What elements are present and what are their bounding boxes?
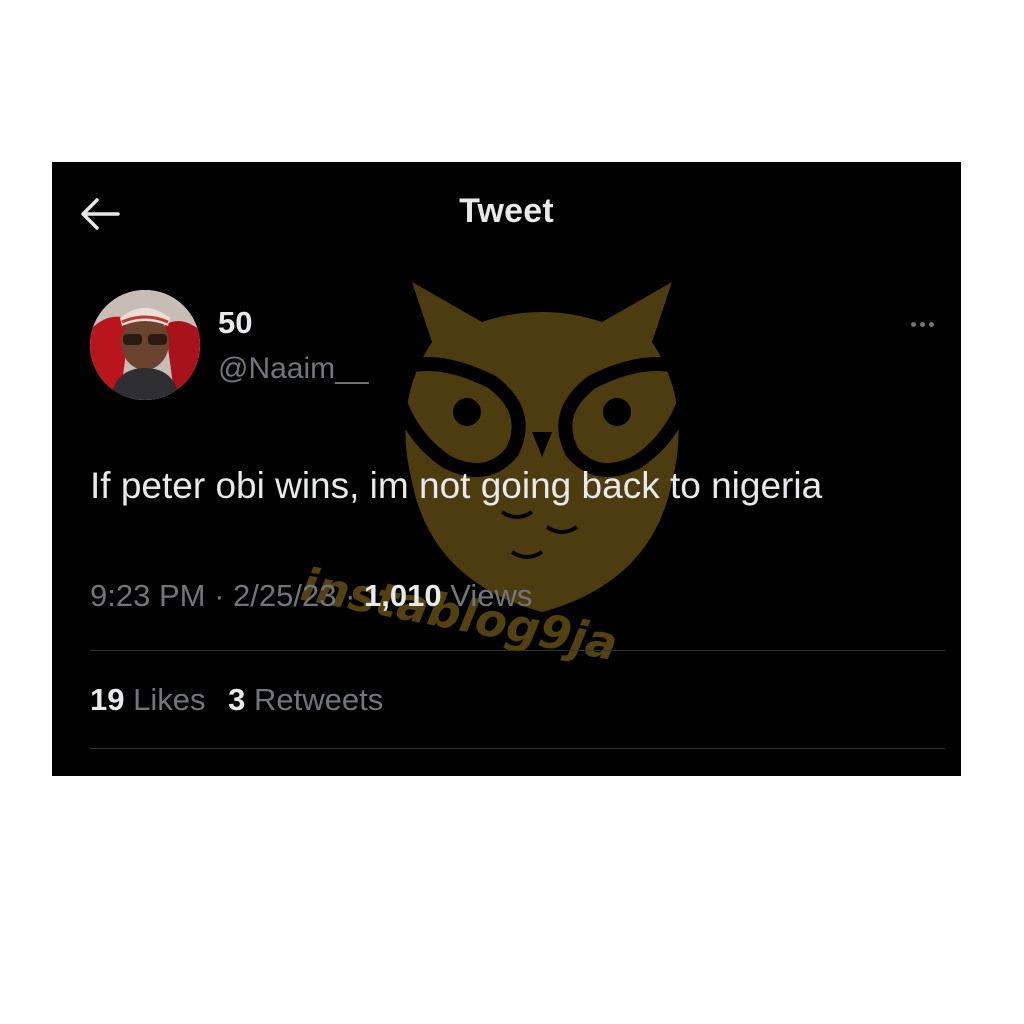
retweets-stat[interactable]: 3 Retweets bbox=[228, 682, 383, 717]
meta-separator: · bbox=[345, 578, 356, 613]
tweet-meta: 9:23 PM · 2/25/23 · 1,010 Views bbox=[90, 578, 532, 614]
avatar[interactable] bbox=[90, 290, 200, 400]
views-label: Views bbox=[450, 578, 533, 613]
user-handle[interactable]: @Naaim__ bbox=[218, 352, 369, 386]
tweet-text: If peter obi wins, im not going back to … bbox=[90, 465, 823, 506]
display-name[interactable]: 50 bbox=[218, 305, 252, 341]
more-horizontal-icon bbox=[910, 321, 916, 327]
meta-separator: · bbox=[214, 578, 225, 613]
tweet-time[interactable]: 9:23 PM bbox=[90, 578, 205, 613]
avatar-photo bbox=[90, 290, 200, 400]
likes-stat[interactable]: 19 Likes bbox=[90, 682, 214, 717]
more-options-button[interactable] bbox=[902, 312, 942, 336]
more-dot bbox=[919, 321, 925, 327]
tweet-date[interactable]: 2/25/23 bbox=[233, 578, 336, 613]
retweets-count: 3 bbox=[228, 682, 246, 717]
retweets-label: Retweets bbox=[253, 682, 384, 717]
tweet-screen: Tweet instablog9ja 50 @Naaim__ If peter … bbox=[52, 162, 961, 776]
divider bbox=[90, 650, 945, 651]
tweet-stats: 19 Likes 3 Retweets bbox=[90, 682, 397, 718]
header: Tweet bbox=[52, 162, 961, 262]
views-count: 1,010 bbox=[364, 578, 442, 613]
more-dot bbox=[928, 321, 934, 327]
page-title: Tweet bbox=[459, 192, 554, 230]
likes-label: Likes bbox=[133, 682, 206, 717]
likes-count: 19 bbox=[90, 682, 125, 717]
watermark-text: instablog9ja bbox=[296, 557, 623, 672]
divider bbox=[90, 748, 945, 749]
